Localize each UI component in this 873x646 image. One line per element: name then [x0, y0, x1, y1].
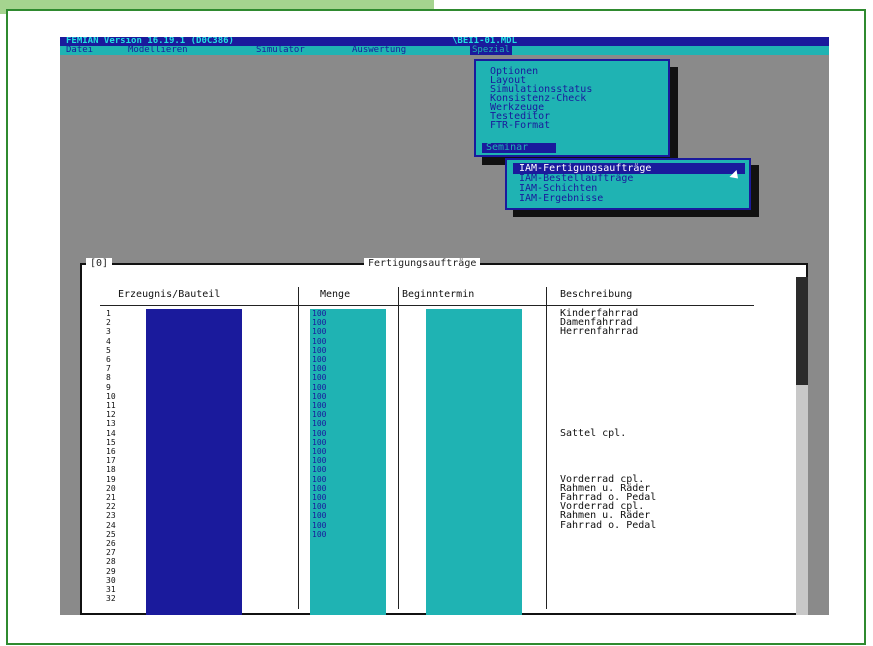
menge-value[interactable]: 100 [312, 346, 326, 355]
row-number: 16 [106, 447, 116, 457]
menge-value[interactable]: 100 [312, 511, 326, 520]
menge-value[interactable]: 100 [312, 392, 326, 401]
menge-value[interactable]: 100 [312, 327, 326, 336]
row-number: 30 [106, 575, 116, 585]
menge-value[interactable]: 100 [312, 383, 326, 392]
row-number: 3 [106, 327, 111, 337]
row-number: 2 [106, 318, 111, 328]
menge-value[interactable]: 100 [312, 493, 326, 502]
menge-value[interactable]: 100 [312, 373, 326, 382]
menge-value[interactable]: 100 [312, 309, 326, 318]
column-header-menge: Menge [320, 289, 351, 300]
menge-value[interactable]: 100 [312, 410, 326, 419]
row-number: 24 [106, 520, 116, 530]
menge-value[interactable]: 100 [312, 456, 326, 465]
row-number: 32 [106, 594, 116, 604]
row-number: 22 [106, 502, 116, 512]
column-separator [398, 287, 399, 609]
row-number: 7 [106, 364, 111, 374]
row-number: 25 [106, 529, 116, 539]
menge-value[interactable]: 100 [312, 502, 326, 511]
column-header-beginntermin: Beginntermin [402, 289, 475, 300]
dos-screen: FEMIAN Version 16.19.1 (D0C386) \BEI1-01… [60, 37, 829, 615]
fertigungsauftraege-window: [0] Fertigungsaufträge Erzeugnis/Bauteil… [80, 258, 808, 615]
menge-value[interactable]: 100 [312, 438, 326, 447]
seminar-submenu: IAM-Fertigungsaufträge IAM-Bestellaufträ… [505, 158, 751, 210]
menge-value[interactable]: 100 [312, 530, 326, 539]
menu-item-seminar[interactable]: Seminar [482, 143, 556, 153]
row-number: 6 [106, 355, 111, 365]
window-number[interactable]: [0] [86, 258, 113, 270]
spezial-dropdown: Optionen Layout Simulationsstatus Konsis… [474, 59, 670, 157]
row-number: 19 [106, 474, 116, 484]
column-separator [298, 287, 299, 609]
column-separator [546, 287, 547, 609]
menge-value[interactable]: 100 [312, 364, 326, 373]
column-header-erzeugnis: Erzeugnis/Bauteil [118, 289, 221, 300]
row-number: 28 [106, 557, 116, 567]
row-number: 10 [106, 391, 116, 401]
column-header-beschreibung: Beschreibung [560, 289, 633, 300]
row-number: 4 [106, 336, 111, 346]
menu-modellieren[interactable]: Modellieren [128, 46, 188, 55]
menu-simulator[interactable]: Simulator [256, 46, 305, 55]
menu-spezial[interactable]: Spezial [470, 46, 512, 55]
menge-value[interactable]: 100 [312, 475, 326, 484]
menu-auswertung[interactable]: Auswertung [352, 46, 406, 55]
menge-value[interactable]: 100 [312, 465, 326, 474]
row-number: 29 [106, 566, 116, 576]
row-number: 17 [106, 456, 116, 466]
erzeugnis-column-field[interactable] [146, 309, 242, 615]
header-divider [100, 305, 754, 306]
menge-values: 100 100 100 100 100 100 100 100 100 100 100 100 100 1… [312, 309, 326, 539]
menge-value[interactable]: 100 [312, 355, 326, 364]
row-number: 11 [106, 401, 116, 411]
menu-datei[interactable]: Datei [66, 46, 93, 55]
description-cell: Sattel cpl. [560, 427, 627, 439]
scrollbar-thumb[interactable] [796, 277, 808, 385]
menge-value[interactable]: 100 [312, 521, 326, 530]
menge-value[interactable]: 100 [312, 337, 326, 346]
vertical-scrollbar[interactable] [796, 277, 808, 615]
row-number: 12 [106, 410, 116, 420]
menge-value[interactable]: 100 [312, 401, 326, 410]
row-number: 27 [106, 548, 116, 558]
row-number: 8 [106, 373, 111, 383]
row-number: 1 [106, 309, 111, 318]
row-number: 18 [106, 465, 116, 475]
row-number: 14 [106, 428, 116, 438]
beginntermin-column-field[interactable] [426, 309, 522, 615]
window-title: Fertigungsaufträge [364, 258, 481, 270]
row-number: 23 [106, 511, 116, 521]
menge-value[interactable]: 100 [312, 484, 326, 493]
row-number: 31 [106, 585, 116, 595]
row-number: 13 [106, 419, 116, 429]
description-cell: Herrenfahrrad [560, 326, 639, 338]
row-number: 9 [106, 382, 111, 392]
row-number: 26 [106, 539, 116, 549]
menge-value[interactable]: 100 [312, 419, 326, 428]
menu-item-ftr-format[interactable]: FTR-Format [490, 121, 550, 131]
submenu-item-ergebnisse[interactable]: IAM-Ergebnisse [519, 194, 603, 204]
menu-bar: Datei Modellieren Simulator Auswertung S… [60, 46, 829, 55]
menge-value[interactable]: 100 [312, 318, 326, 327]
row-number: 20 [106, 483, 116, 493]
row-number: 15 [106, 437, 116, 447]
row-numbers: 1 2 3 4 5 6 7 8 9 10 11 12 13 14 15 16 17 18 19 20 21 22 23 24 2… [106, 309, 116, 604]
menge-value[interactable]: 100 [312, 429, 326, 438]
row-number: 5 [106, 345, 111, 355]
row-number: 21 [106, 493, 116, 503]
menge-value[interactable]: 100 [312, 447, 326, 456]
description-cell: Fahrrad o. Pedal [560, 519, 657, 531]
